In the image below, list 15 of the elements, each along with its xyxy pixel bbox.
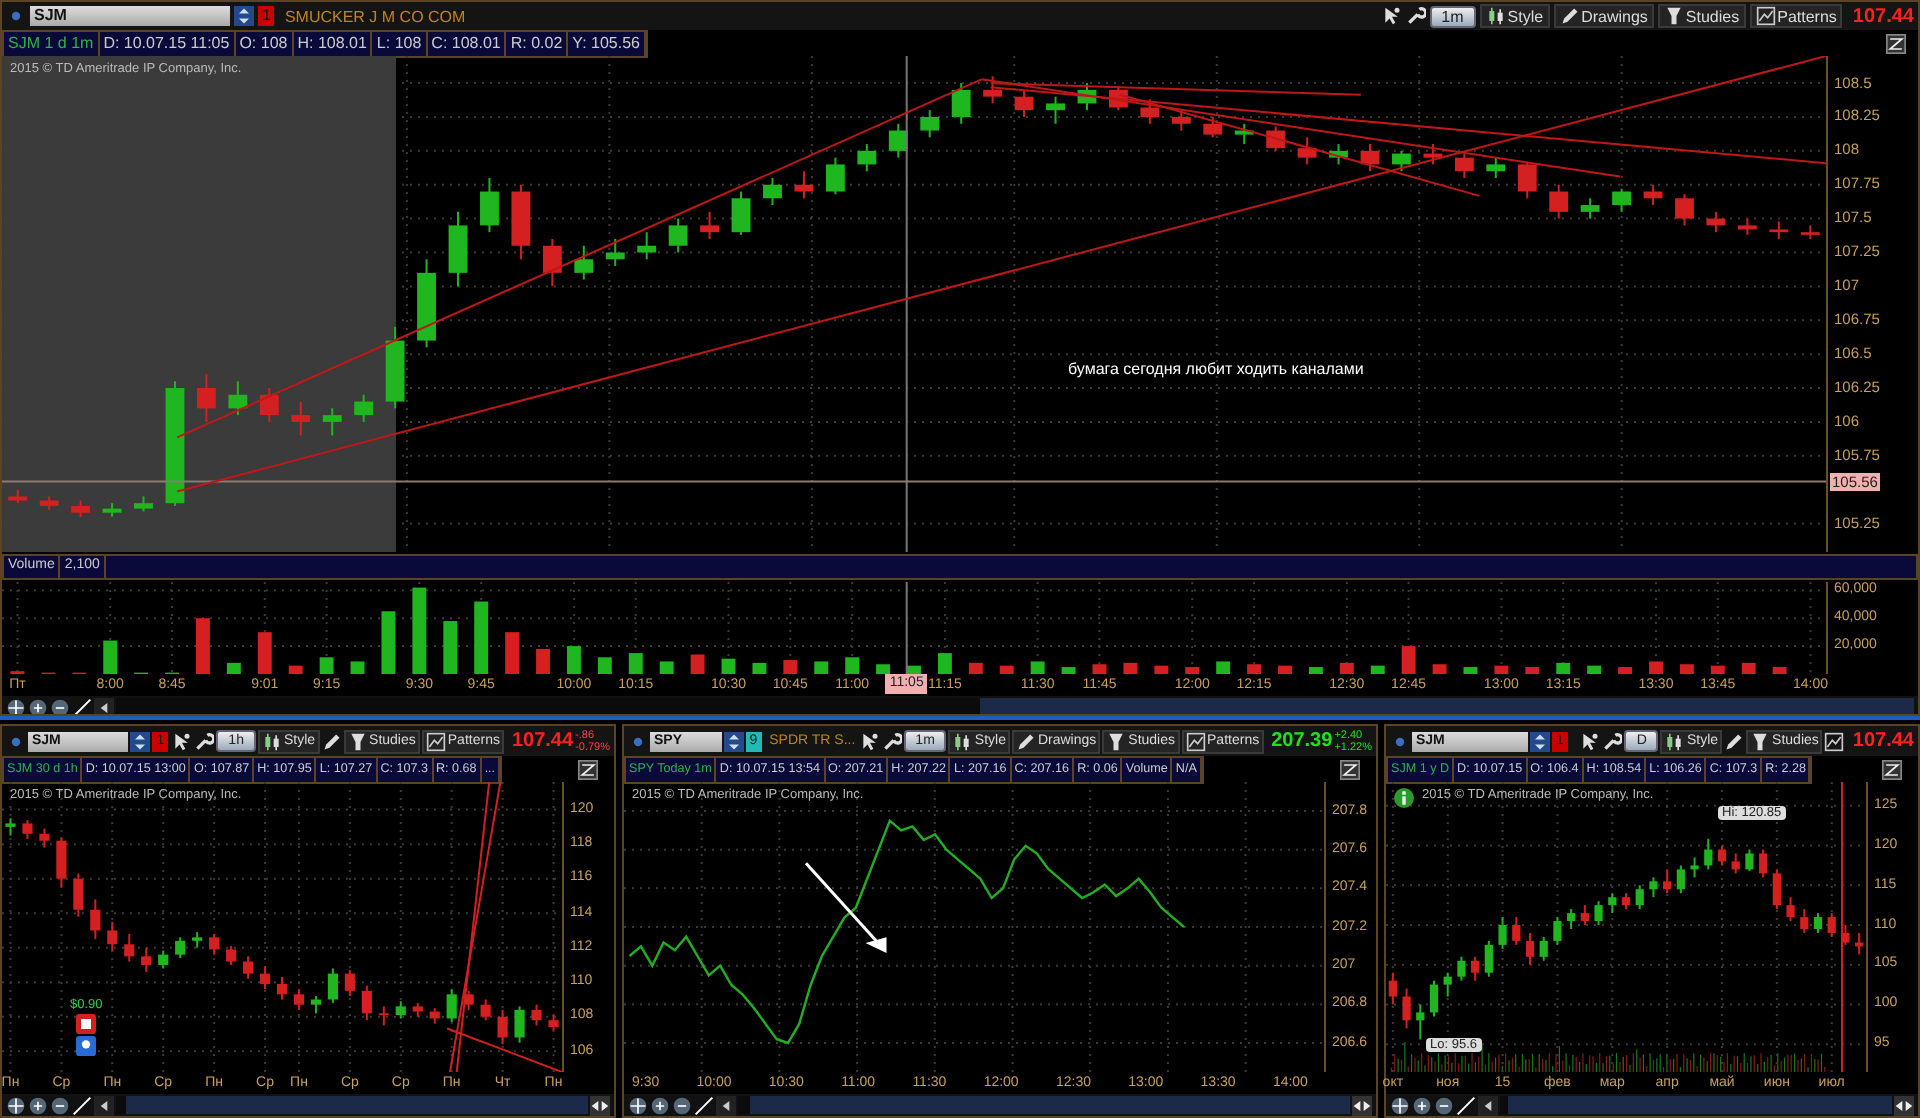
studies-button[interactable]: Studies [1657, 4, 1746, 28]
patterns-button[interactable]: Patterns [1749, 4, 1843, 28]
info-value: Y: 105.56 [568, 31, 646, 55]
drawings-button[interactable]: Drawings [1553, 4, 1654, 28]
last-price: 207.39 [1271, 730, 1333, 752]
company-name: SMUCKER J M CO COM [284, 7, 466, 25]
info-value: R: 0.02 [506, 31, 569, 55]
style-button[interactable]: Style [1479, 4, 1550, 28]
info-value: C: 108.01 [427, 31, 507, 55]
symbol-field[interactable]: SJM [30, 6, 230, 26]
last-price: 107.44 [511, 730, 574, 752]
last-price: 107.44 [1852, 730, 1914, 752]
last-price: 107.44 [1852, 5, 1914, 27]
aggregation-button[interactable]: 1m [1429, 5, 1476, 27]
chart-annotation: бумага сегодня любит ходить каналами [1068, 360, 1364, 378]
